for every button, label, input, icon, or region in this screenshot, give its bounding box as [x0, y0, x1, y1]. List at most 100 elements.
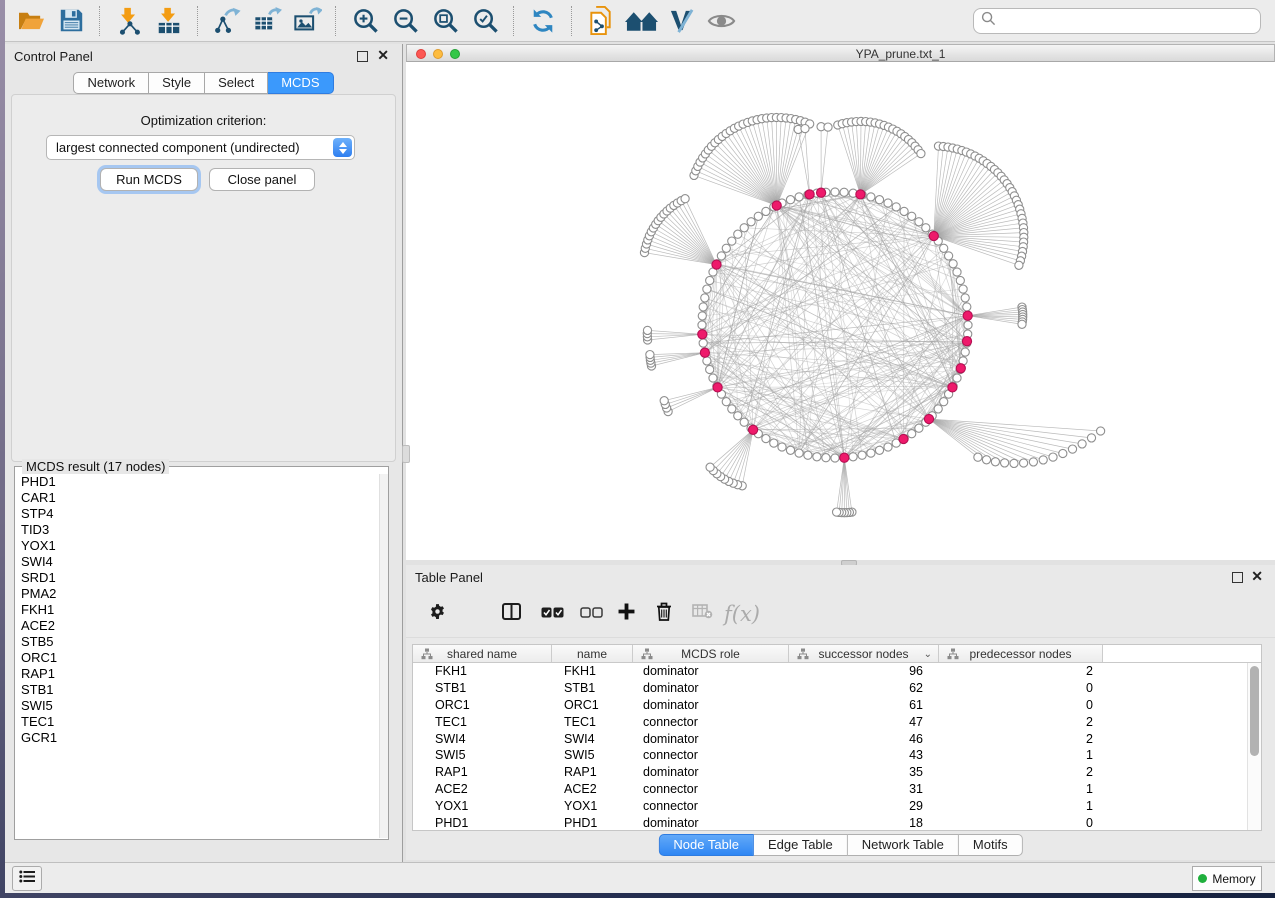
float-window-icon[interactable]	[1232, 572, 1243, 583]
scrollbar-thumb[interactable]	[1250, 666, 1259, 756]
mcds-result-item[interactable]: SWI4	[16, 554, 379, 570]
cell-successor: 96	[789, 664, 939, 678]
mcds-result-item[interactable]: PMA2	[16, 586, 379, 602]
tab-mcds[interactable]: MCDS	[268, 72, 333, 94]
search-input[interactable]	[1001, 12, 1253, 29]
mcds-result-item[interactable]: ACE2	[16, 618, 379, 634]
task-history-button[interactable]	[12, 866, 42, 891]
mcds-result-item[interactable]: STB5	[16, 634, 379, 650]
desktop: Control Panel ✕ NetworkStyleSelectMCDS O…	[0, 0, 1275, 898]
mcds-result-item[interactable]: STP4	[16, 506, 379, 522]
zoom-selected-button[interactable]	[465, 3, 505, 39]
float-window-icon[interactable]	[357, 51, 368, 62]
function-icon[interactable]: f(x)	[724, 602, 760, 626]
table-row[interactable]: ACE2ACE2connector311	[413, 781, 1261, 798]
cell-mcds_role: dominator	[633, 681, 789, 695]
refresh-button[interactable]	[523, 3, 563, 39]
tab-node-table[interactable]: Node Table	[658, 834, 754, 856]
table-row[interactable]: RAP1RAP1dominator352	[413, 764, 1261, 781]
close-window-icon[interactable]: ✕	[1251, 568, 1263, 584]
gear-icon[interactable]	[429, 603, 446, 625]
export-image-button[interactable]	[287, 3, 327, 39]
cell-predecessor: 0	[939, 698, 1103, 712]
column-header-shared-name[interactable]: shared name	[413, 645, 552, 662]
table-scrollbar[interactable]	[1247, 663, 1261, 830]
import-network-button[interactable]	[109, 3, 149, 39]
search-box[interactable]	[973, 8, 1261, 34]
delete-icon[interactable]	[656, 602, 672, 626]
show-graphics-details-button[interactable]	[701, 3, 741, 39]
cell-mcds_role: connector	[633, 799, 789, 813]
mcds-result-item[interactable]: SRD1	[16, 570, 379, 586]
select-all-icon[interactable]	[541, 605, 564, 623]
mcds-result-item[interactable]: YOX1	[16, 538, 379, 554]
mcds-result-item[interactable]: PHD1	[16, 474, 379, 490]
mcds-result-item[interactable]: STB1	[16, 682, 379, 698]
column-header-MCDS-role[interactable]: MCDS role	[633, 645, 789, 662]
export-table-button[interactable]	[247, 3, 287, 39]
zoom-out-button[interactable]	[385, 3, 425, 39]
mcds-result-item[interactable]: TEC1	[16, 714, 379, 730]
table-row[interactable]: YOX1YOX1connector291	[413, 797, 1261, 814]
splitter-grip[interactable]	[402, 445, 410, 463]
add-icon[interactable]	[618, 603, 635, 625]
export-network-button[interactable]	[207, 3, 247, 39]
mcds-result-item[interactable]: GCR1	[16, 730, 379, 746]
open-button[interactable]	[11, 3, 51, 39]
clone-network-button[interactable]	[581, 3, 621, 39]
cell-shared_name: YOX1	[413, 799, 552, 813]
toolbar-separator	[571, 6, 573, 36]
run-mcds-button[interactable]: Run MCDS	[100, 168, 198, 191]
tab-network[interactable]: Network	[73, 72, 149, 94]
mcds-result-item[interactable]: SWI5	[16, 698, 379, 714]
cell-mcds_role: connector	[633, 748, 789, 762]
cell-successor: 62	[789, 681, 939, 695]
close-panel-button[interactable]: Close panel	[209, 168, 315, 191]
deselect-all-icon[interactable]	[580, 605, 603, 623]
table-row[interactable]: SWI4SWI4dominator462	[413, 730, 1261, 747]
tab-motifs[interactable]: Motifs	[959, 834, 1023, 856]
network-view-window: YPA_prune.txt_1	[406, 44, 1275, 560]
optimization-criterion-select[interactable]: largest connected component (undirected)	[46, 135, 355, 160]
hide-graphics-details-button[interactable]	[661, 3, 701, 39]
mcds-list-scrollbar[interactable]	[379, 474, 388, 838]
tab-network-table[interactable]: Network Table	[848, 834, 959, 856]
table-row[interactable]: ORC1ORC1dominator610	[413, 697, 1261, 714]
tab-select[interactable]: Select	[205, 72, 268, 94]
zoom-in-button[interactable]	[345, 3, 385, 39]
table-row[interactable]: TEC1TEC1connector472	[413, 713, 1261, 730]
clear-table-icon[interactable]	[692, 604, 713, 624]
cell-successor: 43	[789, 748, 939, 762]
mcds-result-item[interactable]: FKH1	[16, 602, 379, 618]
table-row[interactable]: SWI5SWI5connector431	[413, 747, 1261, 764]
cell-predecessor: 1	[939, 782, 1103, 796]
zoom-fit-button[interactable]	[425, 3, 465, 39]
table-row[interactable]: STB1STB1dominator620	[413, 680, 1261, 697]
column-header-name[interactable]: name	[552, 645, 633, 662]
columns-icon[interactable]	[502, 603, 521, 625]
table-row[interactable]: FKH1FKH1dominator962	[413, 663, 1261, 680]
table-row[interactable]: PHD1PHD1dominator180	[413, 814, 1261, 831]
mcds-result-item[interactable]: ORC1	[16, 650, 379, 666]
cell-successor: 31	[789, 782, 939, 796]
column-header-successor-nodes[interactable]: successor nodes⌄	[789, 645, 939, 662]
network-browser-button[interactable]	[621, 3, 661, 39]
mcds-result-item[interactable]: CAR1	[16, 490, 379, 506]
tab-edge-table[interactable]: Edge Table	[754, 834, 848, 856]
memory-button[interactable]: Memory	[1192, 866, 1262, 891]
shared-column-icon	[947, 648, 959, 663]
cell-shared_name: PHD1	[413, 816, 552, 830]
toolbar-separator	[99, 6, 101, 36]
network-graph	[406, 62, 1275, 560]
network-canvas[interactable]	[406, 62, 1275, 560]
dropdown-stepper-icon	[333, 138, 352, 157]
column-header-predecessor-nodes[interactable]: predecessor nodes	[939, 645, 1103, 662]
save-button[interactable]	[51, 3, 91, 39]
import-table-button[interactable]	[149, 3, 189, 39]
close-window-icon[interactable]: ✕	[377, 47, 389, 63]
mcds-result-item[interactable]: RAP1	[16, 666, 379, 682]
cell-predecessor: 1	[939, 748, 1103, 762]
zoom-in-icon	[352, 7, 379, 34]
mcds-result-item[interactable]: TID3	[16, 522, 379, 538]
tab-style[interactable]: Style	[149, 72, 205, 94]
